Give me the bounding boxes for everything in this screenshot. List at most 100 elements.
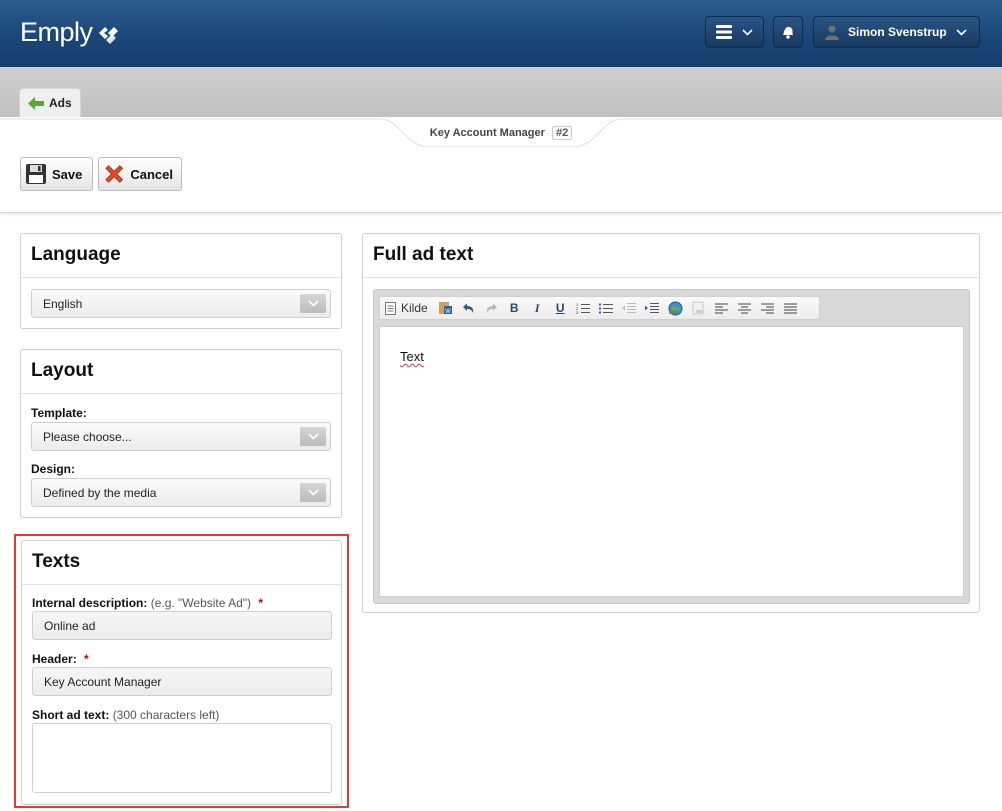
select-arrow-icon — [300, 294, 326, 313]
editor-content-area[interactable]: Text — [379, 326, 964, 597]
language-heading: Language — [21, 234, 341, 278]
menu-dropdown-button[interactable] — [705, 16, 764, 48]
internal-description-label-text: Internal description: — [32, 596, 148, 610]
header-label: Header: * — [32, 652, 89, 666]
full-ad-text-heading: Full ad text — [363, 234, 979, 278]
indent-icon — [645, 303, 660, 313]
insert-link-button[interactable] — [664, 298, 687, 318]
numbered-list-icon: 123 — [576, 302, 591, 314]
bold-button[interactable]: B — [503, 298, 526, 318]
underline-icon: U — [555, 301, 565, 315]
align-right-button[interactable] — [756, 298, 779, 318]
required-asterisk: * — [84, 652, 89, 666]
short-ad-text-hint: (300 characters left) — [112, 708, 220, 722]
short-ad-text-area[interactable] — [32, 723, 332, 793]
save-label: Save — [52, 166, 83, 182]
header-input[interactable]: Key Account Manager — [32, 667, 332, 696]
language-select[interactable]: English — [31, 289, 331, 318]
design-value: Defined by the media — [43, 485, 157, 500]
redo-button[interactable] — [480, 298, 503, 318]
texts-heading: Texts — [22, 541, 341, 585]
required-asterisk: * — [258, 596, 264, 610]
bell-icon — [783, 26, 793, 39]
source-label: Kilde — [401, 301, 428, 315]
numbered-list-button[interactable]: 123 — [572, 298, 595, 318]
document-icon — [385, 301, 396, 315]
justify-button[interactable] — [779, 298, 802, 318]
source-button[interactable]: Kilde — [385, 298, 434, 318]
paste-word-icon: W — [438, 302, 452, 315]
floppy-disk-icon — [26, 164, 46, 184]
internal-description-hint: (e.g. "Website Ad") — [150, 596, 252, 610]
align-center-button[interactable] — [733, 298, 756, 318]
full-ad-text-panel: Full ad text Kilde W B I U 123 Text — [362, 233, 980, 613]
top-header: Emply Simon Svenstrup — [0, 0, 1002, 67]
internal-description-input[interactable]: Online ad — [32, 611, 332, 640]
cancel-label: Cancel — [130, 166, 173, 182]
record-title-bar: Key Account Manager #2 — [0, 117, 1002, 147]
record-title: Key Account Manager #2 — [0, 126, 1002, 140]
action-toolbar: Save Cancel — [0, 147, 1002, 213]
back-to-ads-tab[interactable]: Ads — [19, 88, 81, 117]
logo-text: Emply — [20, 17, 93, 47]
redo-icon — [486, 303, 497, 313]
design-label: Design: — [31, 462, 76, 476]
user-name: Simon Svenstrup — [848, 25, 947, 39]
unlink-icon — [692, 301, 704, 315]
logo-mark-icon — [98, 26, 118, 44]
short-ad-text-label: Short ad text: (300 characters left) — [32, 708, 219, 722]
editor-toolbar: Kilde W B I U 123 — [379, 296, 820, 320]
back-arrow-icon — [28, 96, 44, 110]
design-select[interactable]: Defined by the media — [31, 478, 331, 507]
undo-button[interactable] — [457, 298, 480, 318]
internal-description-label: Internal description: (e.g. "Website Ad"… — [32, 596, 263, 610]
bullet-list-button[interactable] — [595, 298, 618, 318]
svg-text:3: 3 — [576, 310, 579, 314]
chevron-down-icon — [742, 28, 753, 36]
select-arrow-icon — [300, 483, 326, 502]
tab-strip: Ads — [0, 67, 1002, 117]
template-select[interactable]: Please choose... — [31, 422, 331, 451]
svg-text:W: W — [445, 309, 451, 315]
outdent-button[interactable] — [618, 298, 641, 318]
bold-icon: B — [509, 301, 519, 315]
rich-text-editor: Kilde W B I U 123 Text — [373, 289, 970, 604]
bullet-list-icon — [599, 303, 614, 314]
menu-icon — [716, 25, 732, 39]
undo-icon — [462, 303, 473, 313]
indent-button[interactable] — [641, 298, 664, 318]
paste-word-button[interactable]: W — [434, 298, 457, 318]
select-arrow-icon — [300, 427, 326, 446]
cancel-x-icon — [105, 165, 124, 183]
italic-button[interactable]: I — [526, 298, 549, 318]
language-value: English — [43, 296, 83, 311]
align-left-button[interactable] — [710, 298, 733, 318]
record-title-text: Key Account Manager — [429, 127, 545, 139]
avatar-icon — [825, 25, 839, 40]
save-button[interactable]: Save — [20, 157, 93, 191]
unlink-button[interactable] — [687, 298, 710, 318]
notifications-button[interactable] — [773, 16, 803, 48]
align-left-icon — [714, 303, 728, 313]
align-right-icon — [760, 303, 774, 313]
layout-panel: Layout Template: Please choose... Design… — [20, 349, 342, 518]
template-label: Template: — [31, 406, 87, 420]
template-value: Please choose... — [43, 429, 132, 444]
back-tab-label: Ads — [49, 96, 72, 110]
chevron-down-icon — [956, 29, 967, 36]
texts-panel: Texts Internal description: (e.g. "Websi… — [21, 540, 342, 805]
user-menu-button[interactable]: Simon Svenstrup — [813, 16, 980, 48]
italic-icon: I — [534, 300, 540, 315]
layout-heading: Layout — [21, 350, 341, 394]
editor-text: Text — [400, 349, 424, 364]
short-ad-text-label-text: Short ad text: — [32, 708, 110, 722]
language-panel: Language English — [20, 233, 342, 329]
align-center-icon — [737, 303, 751, 313]
outdent-icon — [622, 303, 637, 313]
globe-link-icon — [668, 301, 683, 315]
header-label-text: Header: — [32, 652, 77, 666]
underline-button[interactable]: U — [549, 298, 572, 318]
emply-logo[interactable]: Emply — [20, 17, 122, 48]
cancel-button[interactable]: Cancel — [98, 157, 182, 191]
justify-icon — [783, 303, 797, 313]
